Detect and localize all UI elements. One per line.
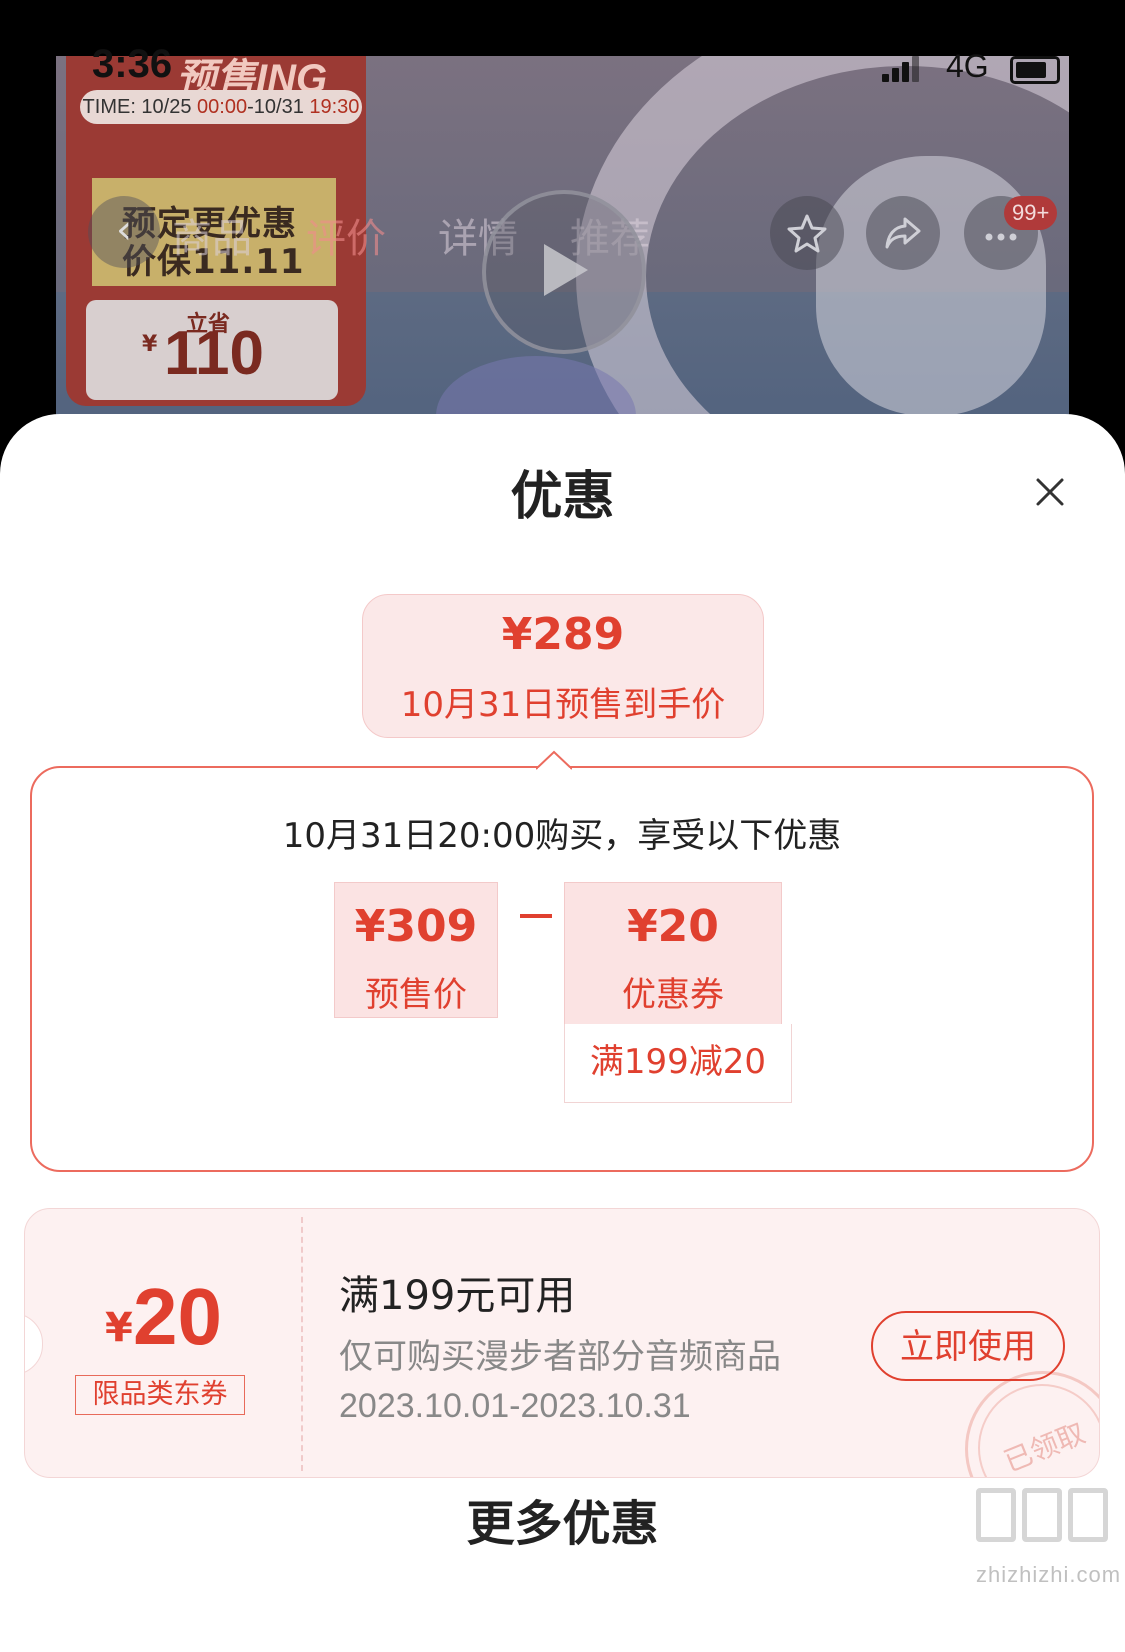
- share-button[interactable]: [866, 196, 940, 270]
- coupon-date-range: 2023.10.01-2023.10.31: [339, 1387, 691, 1425]
- network-label: 4G: [946, 48, 989, 84]
- back-icon[interactable]: ‹: [88, 196, 160, 268]
- coupon-card: ¥ 20 限品类东券 满199元可用 仅可购买漫步者部分音频商品 2023.10…: [24, 1208, 1100, 1478]
- discount-sheet: 优惠 ¥289 10月31日预售到手价 10月31日20:00购买，享受以下优惠…: [0, 414, 1125, 1652]
- final-price-pill: ¥289 10月31日预售到手价: [362, 594, 764, 738]
- tab-product[interactable]: 商品: [172, 206, 252, 264]
- coupon-notch: [25, 1313, 43, 1375]
- star-icon: [787, 214, 827, 253]
- promo-time: TIME: 10/25 00:00-10/31 19:30: [80, 90, 362, 124]
- coupon-type-tag: 限品类东券: [75, 1375, 245, 1415]
- close-icon[interactable]: [1032, 474, 1068, 510]
- sheet-title: 优惠: [510, 467, 615, 527]
- final-price-label: 10月31日预售到手价: [400, 685, 726, 725]
- minus-sign: [520, 914, 552, 918]
- signal-icon: [882, 56, 922, 82]
- message-badge: 99+: [1004, 196, 1058, 230]
- coupon-condition: 满199元可用: [339, 1273, 576, 1319]
- presale-label: 预售价: [365, 975, 467, 1015]
- battery-icon: [1010, 56, 1060, 84]
- price-calculation-box: 10月31日20:00购买，享受以下优惠 ¥309 预售价 ¥20 优惠券 满1…: [30, 766, 1094, 1172]
- watermark-text: zhizhizhi.com: [976, 1562, 1122, 1587]
- final-price: ¥289: [501, 609, 625, 660]
- tab-reviews[interactable]: 评价: [306, 206, 386, 264]
- status-time: 3:36: [92, 42, 173, 86]
- calc-heading: 10月31日20:00购买，享受以下优惠: [282, 816, 842, 856]
- promo-save-yen: ¥: [142, 332, 158, 357]
- coupon-value: ¥20: [627, 901, 719, 952]
- coupon-rule: 满199减20: [564, 1024, 792, 1103]
- coupon-label: 优惠券: [622, 975, 724, 1015]
- use-coupon-button[interactable]: 立即使用: [871, 1311, 1065, 1381]
- play-icon: [544, 244, 588, 296]
- promo-save-amount: 110: [164, 319, 265, 388]
- presale-price-card: ¥309 预售价: [334, 882, 498, 1018]
- more-discounts-title: 更多优惠: [466, 1496, 659, 1552]
- headphone-cup-image: [816, 156, 1046, 416]
- coupon-value-card: ¥20 优惠券: [564, 882, 782, 1026]
- favorite-button[interactable]: [770, 196, 844, 270]
- coupon-amount: 20: [133, 1272, 222, 1361]
- watermark-logo: [976, 1488, 1116, 1548]
- callout-notch: [536, 750, 572, 770]
- claimed-stamp: 已领取: [965, 1371, 1099, 1477]
- coupon-divider: [301, 1217, 303, 1471]
- presale-price: ¥309: [354, 901, 478, 952]
- coupon-yen: ¥: [105, 1305, 133, 1351]
- play-video-button[interactable]: [482, 190, 646, 354]
- coupon-scope: 仅可购买漫步者部分音频商品: [339, 1337, 781, 1377]
- share-icon: [885, 217, 921, 249]
